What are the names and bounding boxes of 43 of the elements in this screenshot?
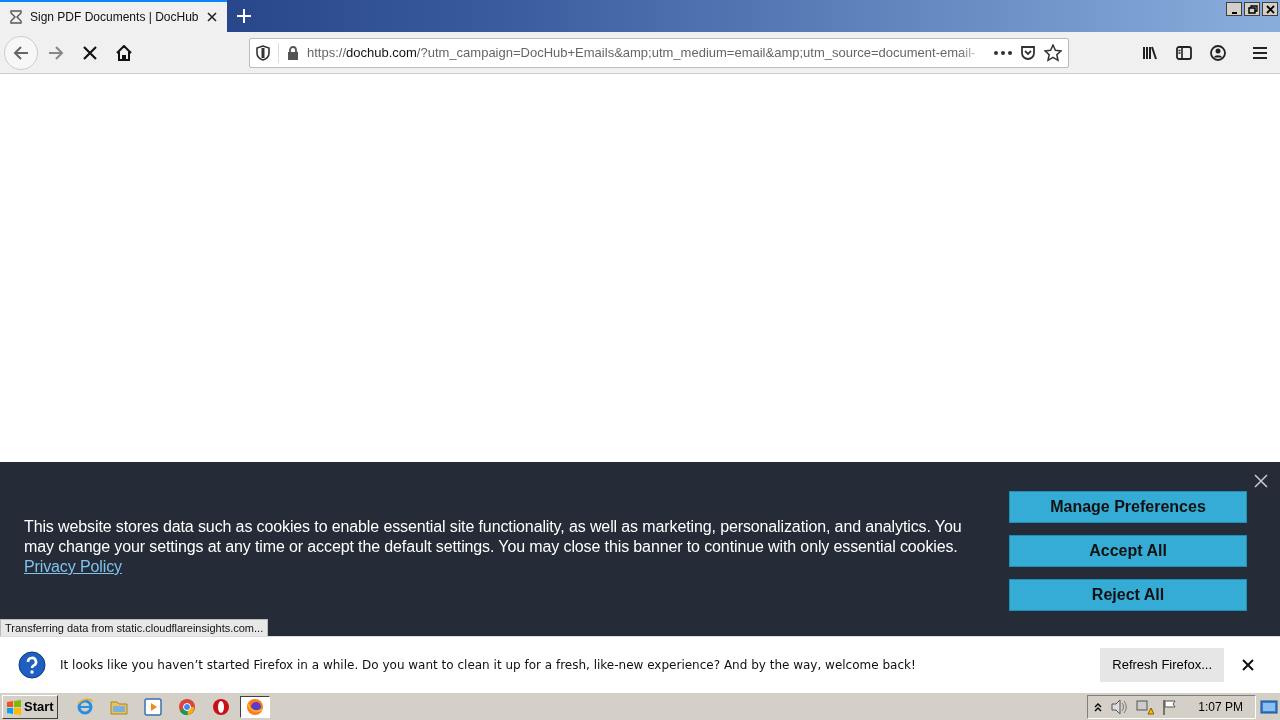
chrome-icon <box>177 697 196 716</box>
home-icon[interactable] <box>116 44 132 61</box>
restore-icon[interactable] <box>1246 3 1258 15</box>
plus-icon[interactable] <box>236 9 251 23</box>
play-icon <box>143 697 162 716</box>
privacy-policy-link[interactable]: Privacy Policy <box>24 558 122 575</box>
firefox-icon <box>245 697 264 716</box>
clock[interactable]: 1:07 PM <box>1198 699 1243 714</box>
close-icon[interactable] <box>1264 3 1276 15</box>
sidebar-icon[interactable] <box>1175 43 1193 62</box>
browser-tab[interactable]: Sign PDF Documents | DocHub <box>0 0 227 32</box>
speaker-icon[interactable] <box>1110 698 1129 715</box>
address-bar[interactable]: https://dochub.com/?utm_campaign=DocHub+Emails&amp;utm_medium=email&amp;utm_source=document-email- <box>249 37 1069 68</box>
notification-message: It looks like you haven’t started Firefox in a while. Do you want to clean it up for a fresh, like-new experience? And by the way, welcome back! <box>60 657 917 672</box>
opera-icon <box>211 697 230 716</box>
star-icon[interactable] <box>1044 43 1062 62</box>
status-text: Transferring data from static.cloudflareinsights.com... <box>0 619 269 636</box>
cookie-notice-text: This website stores data such as cookies to enable essential site functionality, as well as marketing, personalization, and analytics. You may change your settings at any time or accept the default settings. You may close this banner to continue with only essential cookies. Privacy Policy <box>24 517 963 577</box>
browser-icon <box>75 697 94 716</box>
close-icon[interactable] <box>1242 658 1254 671</box>
chevron-up-icon[interactable] <box>1094 701 1103 712</box>
url-text: https://dochub.com/?utm_campaign=DocHub+Emails&amp;utm_medium=email&amp;utm_source=document-email- <box>307 45 977 60</box>
forward-arrow-icon[interactable] <box>48 44 64 61</box>
hourglass-icon <box>10 10 22 24</box>
padlock-icon <box>287 45 299 60</box>
start-button[interactable]: Start <box>2 694 58 719</box>
taskbar-button[interactable] <box>239 695 270 718</box>
close-icon[interactable] <box>206 12 217 22</box>
show-desktop-icon[interactable] <box>1260 698 1278 715</box>
windows-logo-icon <box>6 698 22 715</box>
cookie-button[interactable]: Manage Preferences <box>1009 491 1247 523</box>
stop-icon[interactable] <box>82 44 98 61</box>
shield-icon <box>256 44 270 61</box>
account-icon[interactable] <box>1209 43 1227 62</box>
cookie-button[interactable]: Accept All <box>1009 535 1247 567</box>
refresh-button[interactable]: Refresh Firefox... <box>1100 647 1224 682</box>
network-warning-icon[interactable] <box>1136 698 1155 715</box>
pocket-icon[interactable] <box>1020 44 1036 61</box>
flag-icon[interactable] <box>1162 698 1179 715</box>
back-arrow-icon[interactable] <box>13 44 29 61</box>
more-icon[interactable] <box>994 50 1012 55</box>
cookie-button[interactable]: Reject All <box>1009 579 1247 611</box>
help-icon <box>18 650 46 679</box>
